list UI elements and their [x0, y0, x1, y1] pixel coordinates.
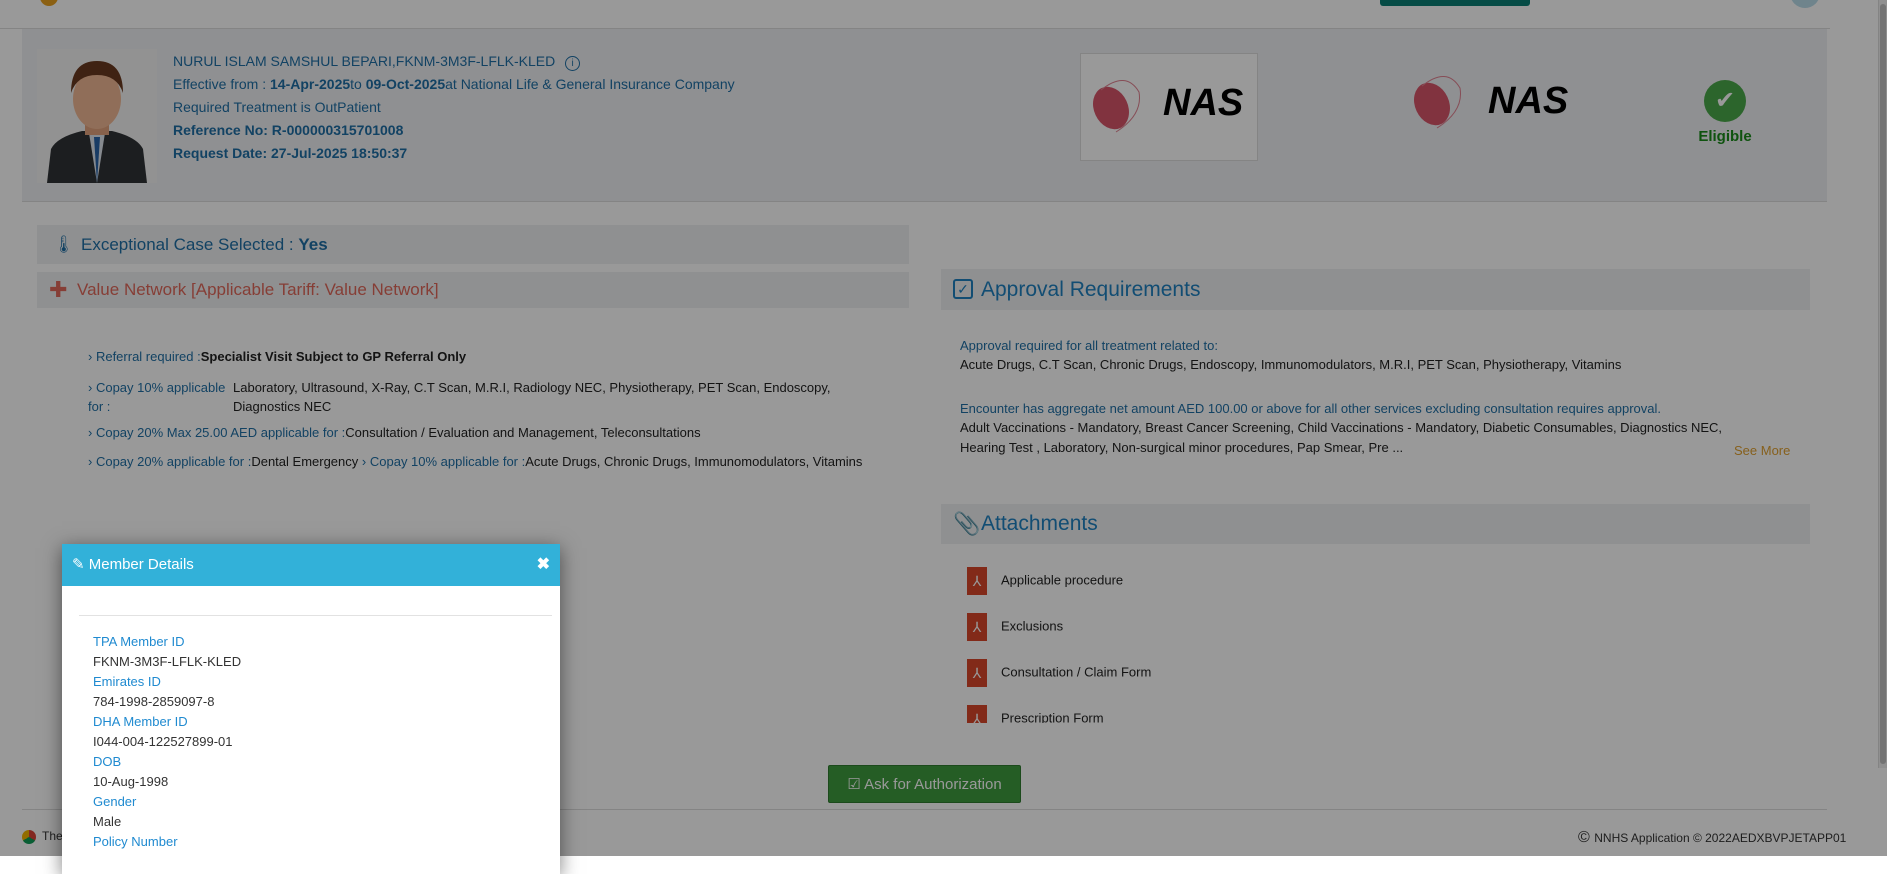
close-icon[interactable]: ✖: [537, 544, 550, 586]
field-label: TPA Member ID: [93, 634, 185, 649]
member-details-modal: ✎ Member Details ✖ TPA Member ID FKNM-3M…: [62, 544, 560, 874]
field-label: Emirates ID: [93, 674, 161, 689]
modal-title: Member Details: [88, 556, 194, 573]
field-value: 10-Aug-1998: [93, 774, 169, 789]
modal-header: ✎ Member Details ✖: [62, 544, 560, 586]
member-fields: TPA Member ID FKNM-3M3F-LFLK-KLED Emirat…: [62, 616, 560, 852]
field-value: FKNM-3M3F-LFLK-KLED: [93, 654, 242, 669]
field-value: 784-1998-2859097-8: [93, 694, 215, 709]
field-label: Policy Number: [93, 834, 178, 849]
field-value: I044-004-122527899-01: [93, 734, 233, 749]
field-label: Gender: [93, 794, 137, 809]
field-label: DHA Member ID: [93, 714, 188, 729]
edit-icon: ✎: [72, 556, 85, 573]
field-label: DOB: [93, 754, 122, 769]
field-value: Male: [93, 814, 122, 829]
